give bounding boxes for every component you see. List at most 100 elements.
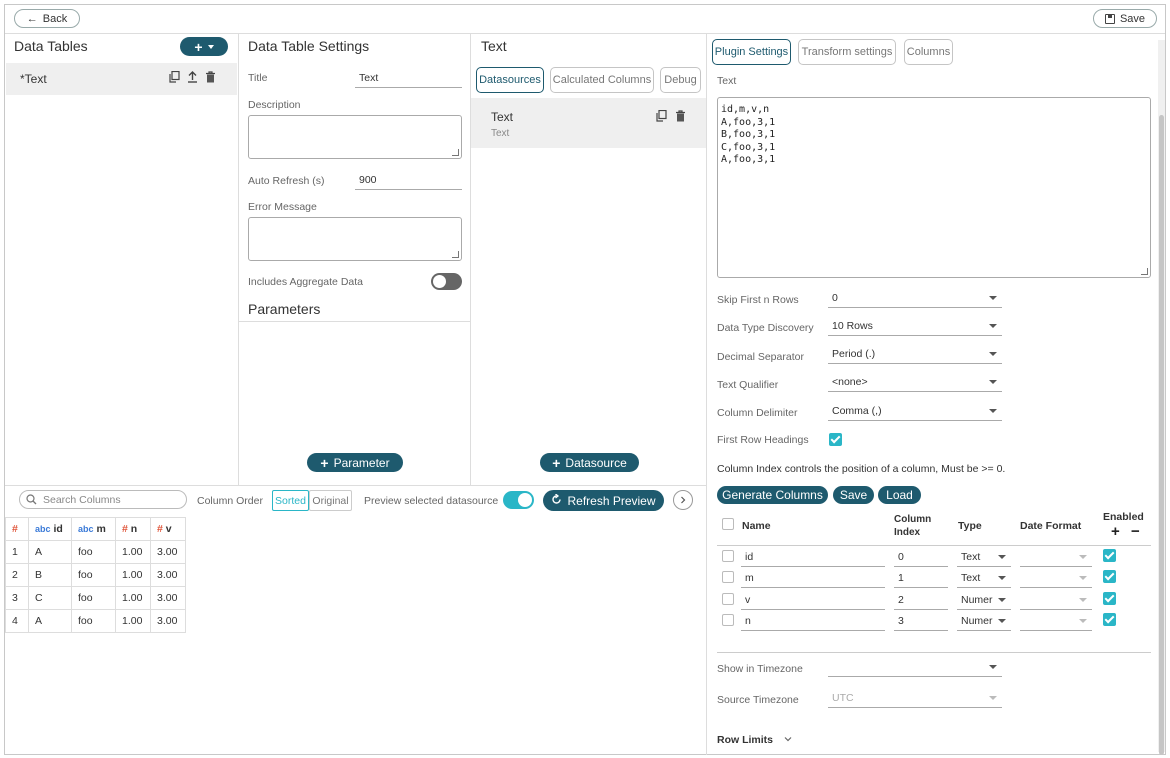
column-row: m 1 Text	[717, 568, 1151, 588]
column-date-format-select[interactable]	[1020, 570, 1092, 588]
preview-selected-toggle[interactable]	[503, 491, 534, 509]
title-input[interactable]: Text	[355, 70, 462, 88]
column-row: v 2 Numer	[717, 590, 1151, 610]
column-index-input[interactable]: 3	[894, 613, 948, 631]
tab-columns[interactable]: Columns	[904, 39, 953, 65]
chevron-right-icon[interactable]	[673, 490, 693, 510]
preview-divider	[5, 485, 706, 486]
tab-debug[interactable]: Debug	[660, 67, 701, 93]
copy-icon[interactable]	[169, 70, 180, 86]
text-content-textarea[interactable]: id,m,v,n A,foo,3,1 B,foo,3,1 C,foo,3,1 A…	[717, 97, 1151, 278]
header-n[interactable]: # n	[115, 517, 151, 541]
resize-grip-icon	[452, 251, 459, 258]
column-name-input[interactable]: n	[741, 613, 885, 631]
add-datasource-button[interactable]: + Datasource	[540, 453, 639, 472]
hash-icon: #	[12, 523, 18, 535]
back-button[interactable]: ← Back	[14, 9, 80, 28]
column-enabled-checkbox[interactable]	[1103, 592, 1116, 605]
first-row-headings-checkbox[interactable]	[829, 433, 842, 446]
column-type-select[interactable]: Numer	[957, 592, 1011, 610]
search-placeholder: Search Columns	[43, 494, 121, 506]
aggregate-toggle[interactable]	[431, 273, 462, 290]
trash-icon[interactable]	[205, 71, 216, 86]
header-v[interactable]: # v	[150, 517, 186, 541]
column-date-format-select[interactable]	[1020, 592, 1092, 610]
trash-icon[interactable]	[675, 110, 686, 125]
column-date-format-select[interactable]	[1020, 549, 1092, 567]
column-enabled-checkbox[interactable]	[1103, 570, 1116, 583]
caret-down-icon	[1079, 555, 1087, 559]
column-type-select[interactable]: Text	[957, 549, 1011, 567]
datasource-item[interactable]: Text Text	[471, 98, 706, 148]
tab-calculated-columns[interactable]: Calculated Columns	[550, 67, 654, 93]
panel-divider-1	[238, 33, 239, 485]
column-name-input[interactable]: v	[741, 592, 885, 610]
column-type-value: Text	[961, 551, 981, 563]
type-discovery-value: 10 Rows	[832, 320, 873, 332]
plus-icon: +	[552, 454, 561, 471]
column-enabled-checkbox[interactable]	[1103, 549, 1116, 562]
select-all-columns-checkbox[interactable]	[722, 518, 734, 530]
tab-datasources[interactable]: Datasources	[476, 67, 544, 93]
chevron-down-icon[interactable]	[784, 734, 792, 746]
column-index-input[interactable]: 0	[894, 549, 948, 567]
column-row-checkbox[interactable]	[722, 550, 734, 562]
show-timezone-select[interactable]	[828, 659, 1002, 677]
remove-column-icon[interactable]: −	[1131, 523, 1140, 540]
generate-columns-button[interactable]: Generate Columns	[717, 486, 828, 504]
column-delimiter-select[interactable]: Comma (,)	[828, 403, 1002, 421]
save-button[interactable]: Save	[1093, 9, 1157, 28]
description-label: Description	[248, 99, 301, 111]
load-columns-button[interactable]: Load	[878, 486, 921, 504]
tab-transform-settings[interactable]: Transform settings	[798, 39, 896, 65]
description-textarea[interactable]	[248, 115, 462, 159]
add-data-table-button[interactable]: +	[180, 37, 228, 56]
data-table-item[interactable]: *Text	[6, 63, 237, 95]
caret-down-icon	[1079, 619, 1087, 623]
add-column-icon[interactable]: +	[1111, 523, 1120, 540]
column-row-checkbox[interactable]	[722, 593, 734, 605]
auto-refresh-input[interactable]: 900	[355, 172, 462, 190]
copy-icon[interactable]	[656, 109, 667, 125]
type-discovery-select[interactable]: 10 Rows	[828, 318, 1002, 336]
column-name-input[interactable]: id	[741, 549, 885, 567]
preview-selected-label: Preview selected datasource	[364, 495, 499, 507]
column-row-checkbox[interactable]	[722, 571, 734, 583]
scrollbar-track[interactable]	[1158, 40, 1165, 755]
sorted-toggle[interactable]: Sorted	[272, 490, 309, 511]
refresh-preview-button[interactable]: Refresh Preview	[543, 490, 664, 511]
m-cell: foo	[71, 609, 116, 633]
column-index-input[interactable]: 2	[894, 592, 948, 610]
search-columns-input[interactable]: Search Columns	[19, 490, 187, 509]
text-qualifier-value: <none>	[832, 376, 868, 388]
error-message-textarea[interactable]	[248, 217, 462, 261]
column-row-checkbox[interactable]	[722, 614, 734, 626]
skip-rows-select[interactable]: 0	[828, 290, 1002, 308]
upload-icon[interactable]	[187, 71, 198, 86]
column-name-input[interactable]: m	[741, 570, 885, 588]
top-divider	[5, 33, 1165, 34]
text-qualifier-select[interactable]: <none>	[828, 374, 1002, 392]
tab-plugin-settings[interactable]: Plugin Settings	[712, 39, 791, 65]
original-toggle[interactable]: Original	[309, 490, 352, 511]
header-id[interactable]: abc id	[28, 517, 72, 541]
decimal-separator-select[interactable]: Period (.)	[828, 346, 1002, 364]
preview-header-row: # abc id abc m # n # v	[5, 517, 186, 541]
columns-bottom-divider	[717, 652, 1151, 653]
save-columns-button[interactable]: Save	[833, 486, 874, 504]
col-header-enabled: Enabled	[1103, 511, 1144, 523]
column-enabled-checkbox[interactable]	[1103, 613, 1116, 626]
column-type-select[interactable]: Numer	[957, 613, 1011, 631]
column-date-format-select[interactable]	[1020, 613, 1092, 631]
row-limits-label[interactable]: Row Limits	[717, 734, 773, 746]
row-number-cell: 4	[5, 609, 29, 633]
column-index-input[interactable]: 1	[894, 570, 948, 588]
caret-down-icon	[989, 409, 997, 413]
scrollbar-thumb[interactable]	[1159, 115, 1164, 755]
header-m[interactable]: abc m	[71, 517, 116, 541]
source-timezone-select[interactable]: UTC	[828, 690, 1002, 708]
v-cell: 3.00	[150, 586, 186, 610]
add-parameter-button[interactable]: + Parameter	[307, 453, 403, 472]
column-type-select[interactable]: Text	[957, 570, 1011, 588]
column-row: n 3 Numer	[717, 611, 1151, 631]
